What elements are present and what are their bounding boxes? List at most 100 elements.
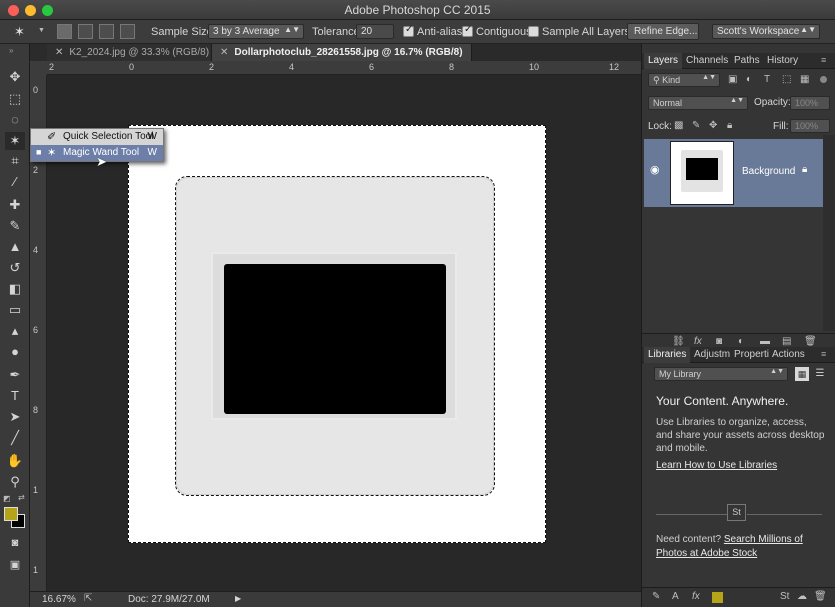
delete-layer-icon[interactable]: 🗑︎ xyxy=(804,336,817,347)
quick-mask-icon[interactable]: ◙ xyxy=(5,534,25,552)
line-tool-icon[interactable]: ╱ xyxy=(5,429,25,447)
collapse-toolbar-icon[interactable]: » xyxy=(9,46,13,55)
new-selection-mode-icon[interactable] xyxy=(57,24,72,39)
lock-all-icon[interactable]: 🔒︎ xyxy=(727,120,732,131)
filter-pixel-icon[interactable]: ▣ xyxy=(728,74,737,85)
share-icon[interactable]: ⇱ xyxy=(84,593,92,604)
tab-adjustments[interactable]: Adjustm xyxy=(690,347,734,363)
default-colors-icon[interactable]: ◩ xyxy=(3,494,11,503)
lasso-tool-icon[interactable]: ◌ xyxy=(5,111,25,129)
lock-image-icon[interactable]: ✎ xyxy=(692,120,700,131)
tools-panel: » ✥ ⬚ ◌ ✶ ⌗ ⁄ ✚ ✎ ▲ ↺ ◧ ▭ ▴ ● ✒ T ➤ ╱ ✋ … xyxy=(0,44,30,607)
blur-tool-icon[interactable]: ▴ xyxy=(5,322,25,340)
opacity-input[interactable]: 100% xyxy=(790,96,830,110)
close-tab-icon[interactable]: ✕ xyxy=(220,47,228,58)
contiguous-checkbox[interactable] xyxy=(462,24,473,37)
grid-view-icon[interactable]: ▦ xyxy=(795,367,809,381)
workspace-dropdown[interactable]: Scott's Workspace ▲▼ xyxy=(712,24,820,39)
close-tab-icon[interactable]: ✕ xyxy=(55,47,63,58)
panel-menu-icon[interactable]: ≡ xyxy=(821,349,826,359)
blend-mode-dropdown[interactable]: Normal ▲▼ xyxy=(648,96,748,110)
tolerance-input[interactable]: 20 xyxy=(356,24,394,39)
status-menu-arrow-icon[interactable]: ▶ xyxy=(235,594,241,603)
visibility-eye-icon[interactable]: ◉ xyxy=(650,163,660,176)
marquee-tool-icon[interactable]: ⬚ xyxy=(5,90,25,108)
magic-wand-tool-icon[interactable]: ✶ xyxy=(5,132,25,150)
ruler-origin[interactable] xyxy=(30,61,47,75)
add-mask-icon[interactable]: ◙ xyxy=(716,336,722,347)
learn-libraries-link[interactable]: Learn How to Use Libraries xyxy=(656,460,826,471)
lock-transparent-icon[interactable]: ▩ xyxy=(674,120,683,131)
sample-size-dropdown[interactable]: 3 by 3 Average ▲▼ xyxy=(208,24,304,39)
doc-tab-dollarphotoclub[interactable]: ✕ Dollarphotoclub_28261558.jpg @ 16.7% (R… xyxy=(212,44,472,61)
filter-smart-object-icon[interactable]: ▦ xyxy=(800,74,809,85)
type-tool-icon[interactable]: T xyxy=(5,387,25,405)
filter-shape-icon[interactable]: ⬚ xyxy=(782,74,791,85)
filter-type-icon[interactable]: T xyxy=(764,74,770,85)
new-adjustment-icon[interactable]: ◐ xyxy=(738,336,744,347)
new-group-icon[interactable]: ▬ xyxy=(760,336,770,347)
thumbnail-slide xyxy=(681,150,723,192)
tab-paths[interactable]: Paths xyxy=(730,53,764,69)
library-dropdown[interactable]: My Library ▲▼ xyxy=(654,367,788,381)
tab-actions[interactable]: Actions xyxy=(768,347,809,363)
subtract-from-selection-mode-icon[interactable] xyxy=(99,24,114,39)
sync-icon[interactable]: ☁ xyxy=(797,591,807,602)
tab-libraries[interactable]: Libraries xyxy=(644,347,691,363)
pen-tool-icon[interactable]: ✒ xyxy=(5,366,25,384)
filter-toggle-icon[interactable] xyxy=(820,76,827,83)
layer-style-icon[interactable]: fx xyxy=(694,336,702,347)
zoom-tool-icon[interactable]: ⚲ xyxy=(5,473,25,491)
sample-all-layers-checkbox[interactable] xyxy=(528,26,539,37)
zoom-level[interactable]: 16.67% xyxy=(42,594,76,605)
move-tool-icon[interactable]: ✥ xyxy=(5,68,25,86)
ruler-label: 4 xyxy=(289,62,295,72)
path-selection-tool-icon[interactable]: ➤ xyxy=(5,408,25,426)
history-brush-tool-icon[interactable]: ↺ xyxy=(5,259,25,277)
anti-alias-checkbox[interactable] xyxy=(403,24,414,37)
tab-history[interactable]: History xyxy=(763,53,802,69)
swap-colors-icon[interactable]: ⇄ xyxy=(18,493,25,502)
hand-tool-icon[interactable]: ✋ xyxy=(5,452,25,470)
layer-filter-dropdown[interactable]: ⚲ Kind ▲▼ xyxy=(648,73,720,87)
add-character-style-icon[interactable]: A xyxy=(672,591,679,602)
delete-icon[interactable]: 🗑︎ xyxy=(814,591,827,602)
magic-wand-icon[interactable]: ✶ xyxy=(14,24,25,40)
stock-icon[interactable]: St xyxy=(780,591,789,602)
tab-properties[interactable]: Properti xyxy=(730,347,773,363)
tab-channels[interactable]: Channels xyxy=(682,53,732,69)
add-layer-style-icon[interactable]: fx xyxy=(692,591,700,602)
lock-position-icon[interactable]: ✥ xyxy=(709,120,717,131)
healing-brush-tool-icon[interactable]: ✚ xyxy=(5,196,25,214)
eraser-tool-icon[interactable]: ◧ xyxy=(5,280,25,298)
crop-tool-icon[interactable]: ⌗ xyxy=(5,152,25,170)
tool-preset-chevron-icon[interactable]: ▼ xyxy=(38,27,45,34)
foreground-color-swatch[interactable] xyxy=(4,507,18,521)
layer-name[interactable]: Background xyxy=(742,166,795,177)
clone-stamp-tool-icon[interactable]: ▲ xyxy=(5,238,25,256)
gradient-tool-icon[interactable]: ▭ xyxy=(5,301,25,319)
ruler-label: 1 xyxy=(33,485,39,495)
new-layer-icon[interactable]: ▤ xyxy=(782,336,791,347)
dodge-tool-icon[interactable]: ● xyxy=(5,343,25,361)
layer-row-background[interactable]: ◉ Background 🔒︎ xyxy=(644,139,824,207)
list-view-icon[interactable]: ☰ xyxy=(813,367,827,381)
screen-mode-icon[interactable]: ▣ xyxy=(5,556,25,574)
layers-scrollbar[interactable] xyxy=(823,135,835,331)
quick-selection-tool-item[interactable]: ✐ Quick Selection Tool W xyxy=(31,129,163,145)
link-layers-icon[interactable]: ⛓ xyxy=(672,336,685,347)
panel-menu-icon[interactable]: ≡ xyxy=(821,55,826,65)
intersect-selection-mode-icon[interactable] xyxy=(120,24,135,39)
add-to-selection-mode-icon[interactable] xyxy=(78,24,93,39)
document-canvas[interactable] xyxy=(128,125,546,543)
doc-tab-k2[interactable]: ✕ K2_2024.jpg @ 33.3% (RGB/8) * xyxy=(47,44,216,61)
add-color-swatch[interactable] xyxy=(712,592,723,603)
brush-tool-icon[interactable]: ✎ xyxy=(5,217,25,235)
add-content-icon[interactable]: ✎ xyxy=(652,591,660,602)
fill-input[interactable]: 100% xyxy=(790,119,830,133)
tab-layers[interactable]: Layers xyxy=(644,53,683,69)
horizontal-ruler[interactable]: 2 0 2 4 6 8 10 12 xyxy=(47,61,641,75)
filter-adjustment-icon[interactable]: ◐ xyxy=(746,74,752,85)
refine-edge-button[interactable]: Refine Edge... xyxy=(627,23,699,40)
eyedropper-tool-icon[interactable]: ⁄ xyxy=(5,173,25,191)
